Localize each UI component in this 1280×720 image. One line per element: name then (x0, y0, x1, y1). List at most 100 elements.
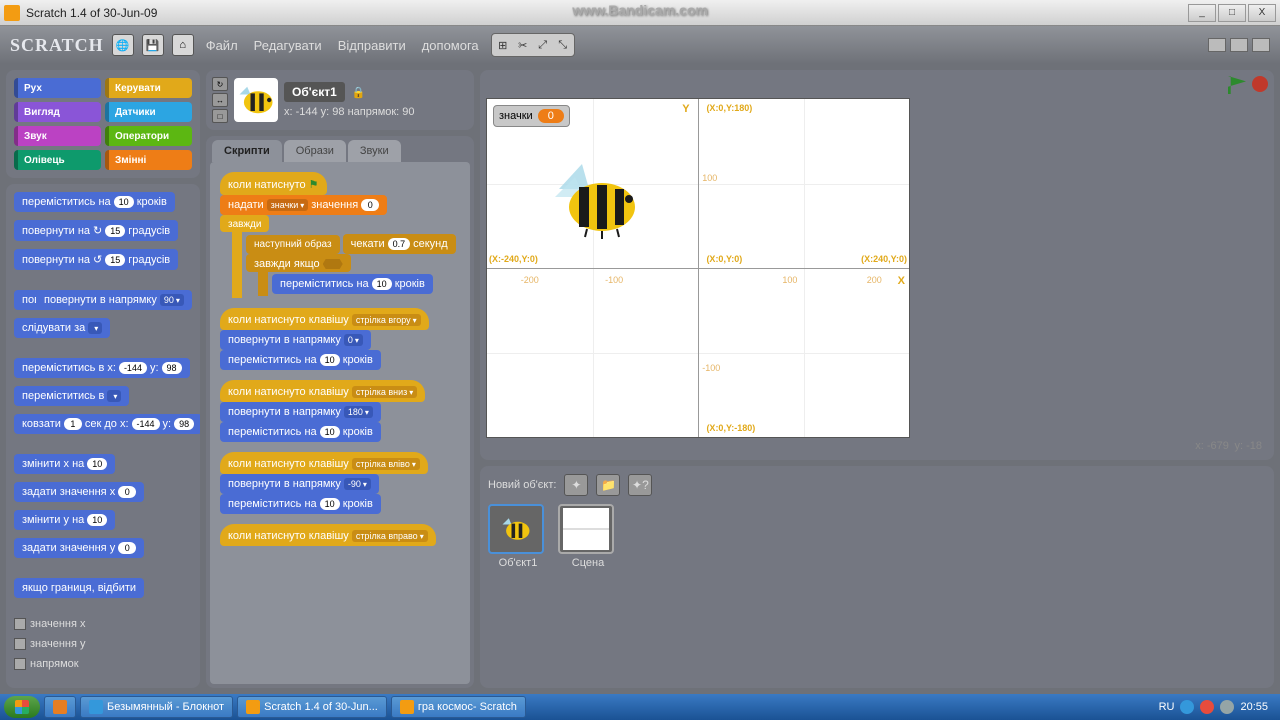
block-set-x[interactable]: задати значення x0 (14, 482, 144, 502)
block-move-up[interactable]: переміститись на10кроків (220, 350, 381, 370)
lang-indicator[interactable]: RU (1159, 701, 1175, 713)
start-button[interactable] (4, 696, 40, 718)
menu-help[interactable]: допомога (418, 38, 483, 53)
save-icon[interactable]: 💾 (142, 34, 164, 56)
cut-icon[interactable]: ✂ (514, 36, 532, 54)
sprite-bee[interactable] (547, 159, 647, 239)
block-set-var[interactable]: надатизначкизначення0 (220, 195, 387, 215)
view-full-button[interactable] (1252, 38, 1270, 52)
green-flag-button[interactable] (1228, 76, 1246, 94)
block-move[interactable]: переміститись на10кроків (14, 192, 175, 212)
menu-edit[interactable]: Редагувати (250, 38, 326, 53)
taskbar-scratch2[interactable]: гра космос- Scratch (391, 696, 526, 718)
tick: 200 (867, 275, 882, 285)
tab-scripts[interactable]: Скрипти (212, 140, 282, 162)
sprite-item-scene[interactable]: Сцена (558, 504, 618, 569)
sprite-item-1[interactable]: Об'єкт1 (488, 504, 548, 569)
block-glide[interactable]: ковзати1сек до x:-144y:98 (14, 414, 200, 434)
checkbox-direction[interactable]: напрямок (14, 658, 192, 670)
surprise-new-icon[interactable]: ✦? (628, 474, 652, 496)
taskbar-firefox[interactable] (44, 696, 76, 718)
tick: -200 (521, 275, 539, 285)
category-sound[interactable]: Звук (14, 126, 101, 146)
variable-monitor[interactable]: значки0 (493, 105, 570, 127)
hat-flag[interactable]: коли натиснуто ⚑ (220, 172, 327, 195)
checkbox-y[interactable]: значення y (14, 638, 192, 650)
stage[interactable]: значки0 Y X (X:0,Y:180) (X:-240,Y:0) (X:… (486, 98, 910, 438)
globe-icon[interactable]: 🌐 (112, 34, 134, 56)
category-looks[interactable]: Вигляд (14, 102, 101, 122)
rotate-free-icon[interactable]: ↻ (212, 77, 228, 91)
close-button[interactable]: X (1248, 4, 1276, 22)
block-bounce[interactable]: якщо границя, відбити (14, 578, 144, 598)
hat-key-left[interactable]: коли натиснуто клавішустрілка вліво (220, 452, 428, 474)
taskbar-scratch[interactable]: Scratch 1.4 of 30-Jun... (237, 696, 387, 718)
category-control[interactable]: Керувати (105, 78, 192, 98)
lock-icon[interactable]: 🔒 (352, 87, 366, 99)
new-object-label: Новий об'єкт: (488, 479, 556, 491)
category-operators[interactable]: Оператори (105, 126, 192, 146)
category-sensing[interactable]: Датчики (105, 102, 192, 122)
sprite-position: x: -144 y: 98 напрямок: 90 (284, 106, 415, 118)
block-foreverif[interactable]: завжди якщо (246, 254, 351, 272)
menu-share[interactable]: Відправити (334, 38, 410, 53)
block-forever[interactable]: завжди (220, 215, 269, 232)
hat-key-right[interactable]: коли натиснуто клавішустрілка вправо (220, 524, 436, 546)
home-icon[interactable]: ⌂ (172, 34, 194, 56)
app-icon (4, 5, 20, 21)
tick: -100 (605, 275, 623, 285)
block-change-y[interactable]: змінити y на10 (14, 510, 115, 530)
choose-new-icon[interactable]: 📁 (596, 474, 620, 496)
stamp-icon[interactable]: ⊞ (494, 36, 512, 54)
sprite-tools: ⊞ ✂ ⤢ ⤡ (491, 33, 575, 57)
hat-key-down[interactable]: коли натиснуто клавішустрілка вниз (220, 380, 425, 402)
block-wait[interactable]: чекати0.7секунд (343, 234, 456, 254)
app-toolbar: SCRATCH 🌐 💾 ⌂ Файл Редагувати Відправити… (0, 26, 1280, 64)
view-medium-button[interactable] (1230, 38, 1248, 52)
menu-file[interactable]: Файл (202, 38, 242, 53)
tray-icon[interactable] (1180, 700, 1194, 714)
block-point-n90[interactable]: повернути в напрямку-90 (220, 474, 379, 494)
tick: 100 (702, 173, 717, 183)
stop-button[interactable] (1252, 76, 1268, 92)
hat-key-up[interactable]: коли натиснуто клавішустрілка вгору (220, 308, 429, 330)
block-point-180[interactable]: повернути в напрямку180 (220, 402, 381, 422)
mouse-coords: x: -679 y: -18 (486, 438, 1268, 454)
tick: 100 (782, 275, 797, 285)
category-motion[interactable]: Рух (14, 78, 101, 98)
tray-icon[interactable] (1220, 700, 1234, 714)
block-change-x[interactable]: змінити x на10 (14, 454, 115, 474)
category-variables[interactable]: Змінні (105, 150, 192, 170)
view-small-button[interactable] (1208, 38, 1226, 52)
block-move-down[interactable]: переміститись на10кроків (220, 422, 381, 442)
rotate-lr-icon[interactable]: ↔ (212, 93, 228, 107)
block-nextcostume[interactable]: наступний образ (246, 235, 340, 254)
paint-new-icon[interactable]: ✦ (564, 474, 588, 496)
taskbar-notepad[interactable]: Безымянный - Блокнот (80, 696, 233, 718)
block-point-direction[interactable]: повернути в напрямку90 (36, 290, 192, 310)
block-move-left[interactable]: переміститись на10кроків (220, 494, 381, 514)
checkbox-x[interactable]: значення x (14, 618, 192, 630)
category-panel: Рух Керувати Вигляд Датчики Звук Операто… (6, 70, 200, 178)
minimize-button[interactable]: _ (1188, 4, 1216, 22)
block-point-0[interactable]: повернути в напрямку0 (220, 330, 371, 350)
tab-sounds[interactable]: Звуки (348, 140, 401, 162)
grow-icon[interactable]: ⤢ (534, 36, 552, 54)
script-area[interactable]: коли натиснуто ⚑ надатизначкизначення0 з… (210, 162, 470, 684)
shrink-icon[interactable]: ⤡ (554, 36, 572, 54)
block-set-y[interactable]: задати значення y0 (14, 538, 144, 558)
block-turn-ccw[interactable]: повернути на↺15градусів (14, 249, 178, 270)
tab-costumes[interactable]: Образи (284, 140, 346, 162)
block-follow[interactable]: слідувати за (14, 318, 110, 338)
tray-icon[interactable] (1200, 700, 1214, 714)
block-move-inner[interactable]: переміститись на10кроків (272, 274, 433, 294)
coord-left: (X:-240,Y:0) (489, 254, 538, 264)
sprite-name[interactable]: Об'єкт1 (284, 82, 345, 102)
rotate-none-icon[interactable]: □ (212, 109, 228, 123)
block-turn-cw[interactable]: повернути на↻15градусів (14, 220, 178, 241)
block-goto-xy[interactable]: переміститись в x:-144y:98 (14, 358, 190, 378)
block-goto[interactable]: переміститись в (14, 386, 129, 406)
maximize-button[interactable]: □ (1218, 4, 1246, 22)
coord-bottom: (X:0,Y:-180) (706, 423, 755, 433)
category-pen[interactable]: Олівець (14, 150, 101, 170)
